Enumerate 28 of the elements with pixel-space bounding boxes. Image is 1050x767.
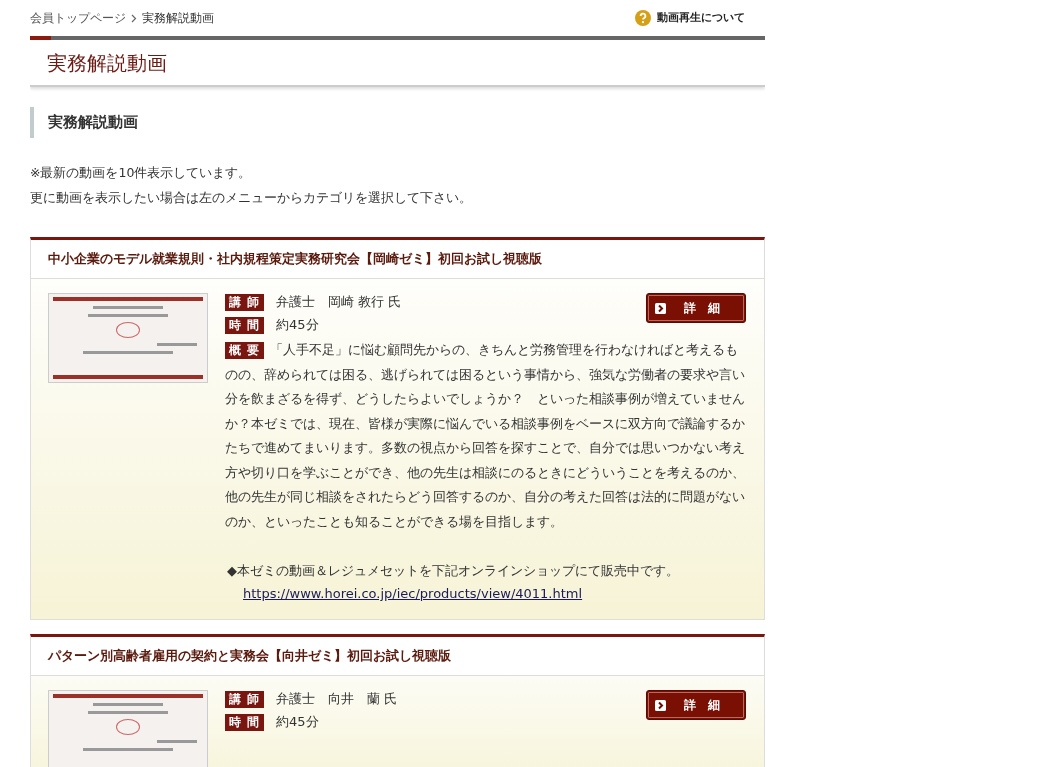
video-thumbnail[interactable] [48, 293, 208, 383]
field-label: 時 間 [225, 316, 264, 334]
details-button[interactable]: 詳 細 [646, 293, 746, 323]
video-title: 中小企業のモデル就業規則・社内規程策定実務研究会【岡崎ゼミ】初回お試し視聴版 [48, 250, 543, 268]
help-icon [635, 10, 651, 26]
field-label: 講 師 [225, 690, 264, 708]
section-heading: 実務解説動画 [30, 107, 765, 138]
details-button[interactable]: 詳 細 [646, 690, 746, 720]
video-thumbnail[interactable] [48, 690, 208, 767]
note-text: 更に動画を表示したい場合は左のメニューからカテゴリを選択して下さい。 [30, 189, 473, 207]
field-value: 約45分 [276, 713, 319, 731]
chevron-icon [655, 302, 666, 314]
field-label: 講 師 [225, 293, 264, 311]
chevron-icon [655, 699, 666, 711]
field-value: 弁護士 向井 蘭 氏 [276, 690, 398, 708]
chevron-icon [131, 13, 137, 23]
field-value: 弁護士 岡崎 教行 氏 [276, 293, 402, 311]
shop-link[interactable]: https://www.horei.co.jp/iec/products/view/4011.html [243, 583, 746, 605]
field-value: 約45分 [276, 316, 319, 334]
note-text: ※最新の動画を10件表示しています。 [30, 164, 253, 182]
field-label: 時 間 [225, 713, 264, 731]
breadcrumb-current: 実務解説動画 [142, 9, 214, 27]
summary-text: 概 要 「人手不足」に悩む顧問先からの、きちんと労務管理を行わなければと考えるものの、辞められては困る、逃げられては困るという事情から、強気な労働者の要求や言い分を飲まざるを得ず、どうしたらよいでしょうか？ といった相談事例が増えていませんか？本ゼミでは、現在、皆様が実際に悩んでいる相談事例をベースに双方向で議論するかたちで進めてまいります。多数の視点から回答を探すことで、自分では思いつかない考え方や切り口を学ぶことができ、他の先生は相談にのるときにどういうことを考えるのか、他の先生が同じ相談をされたらどう回答するのか、自分の考えた回答は法的に問題がないのか、といったことも知ることができる場を目指します。 [225, 341, 746, 531]
video-title: パターン別高齢者雇用の契約と実務会【向井ゼミ】初回お試し視聴版 [48, 647, 452, 665]
sale-note: ◆本ゼミの動画＆レジュメセットを下記オンラインショップにて販売中です。 [227, 562, 680, 580]
breadcrumb-link[interactable]: 会員トップページ [30, 9, 126, 27]
help-link[interactable]: 動画再生について [657, 11, 745, 25]
page-title: 実務解説動画 [47, 49, 167, 77]
